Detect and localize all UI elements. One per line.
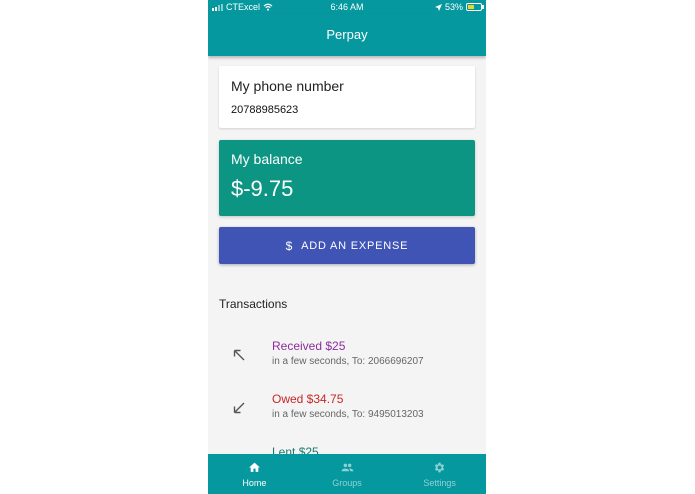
transaction-item[interactable]: Received $25 in a few seconds, To: 20666…	[219, 339, 475, 379]
battery-icon	[466, 3, 484, 11]
transaction-item[interactable]: Owed $34.75 in a few seconds, To: 949501…	[219, 392, 475, 432]
nav-settings-label: Settings	[423, 477, 456, 488]
transactions-title: Transactions	[219, 297, 288, 311]
balance-card-title: My balance	[231, 151, 303, 167]
location-icon	[434, 3, 442, 11]
balance-card: My balance $-9.75	[219, 140, 475, 216]
arrow-down-left-icon	[233, 402, 245, 414]
nav-home-label: Home	[242, 477, 267, 488]
bottom-navigation: Home Groups Settings	[208, 454, 486, 494]
home-icon	[248, 462, 260, 472]
nav-settings[interactable]: Settings	[393, 454, 486, 494]
arrow-up-left-icon	[233, 349, 245, 361]
transaction-label: Owed $34.75	[272, 392, 344, 406]
nav-groups[interactable]: Groups	[301, 454, 394, 494]
groups-icon	[341, 463, 353, 471]
dollar-icon: $	[285, 238, 294, 253]
nav-groups-label: Groups	[332, 477, 362, 488]
balance-value: $-9.75	[231, 176, 294, 201]
phone-number-value: 20788985623	[231, 104, 299, 116]
phone-card-title: My phone number	[231, 78, 344, 94]
app-bar: Perpay	[208, 14, 486, 56]
phone-number-card: My phone number 20788985623	[219, 66, 475, 128]
transaction-label: Received $25	[272, 339, 346, 353]
battery-percent: 53%	[444, 2, 463, 12]
add-expense-button[interactable]: $ ADD AN EXPENSE	[219, 227, 475, 264]
add-expense-label: ADD AN EXPENSE	[301, 239, 409, 252]
transaction-detail: in a few seconds, To: 9495013203	[272, 409, 424, 420]
status-bar: CTExcel 6:46 AM 53%	[208, 0, 486, 14]
app-title: Perpay	[326, 27, 368, 42]
transaction-detail: in a few seconds, To: 2066696207	[272, 356, 424, 367]
gear-icon	[435, 462, 445, 472]
nav-home[interactable]: Home	[208, 454, 301, 494]
app-screen: CTExcel 6:46 AM 53% Perpay My phone numb…	[208, 0, 486, 494]
